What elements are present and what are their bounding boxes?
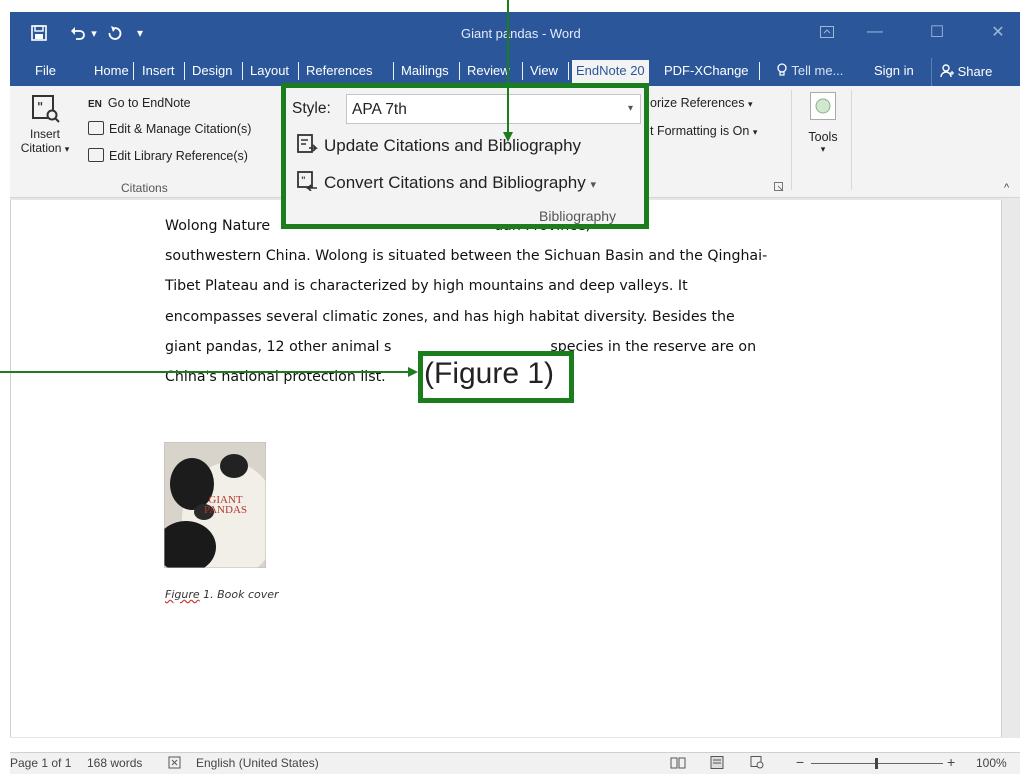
web-layout-icon[interactable] (750, 756, 764, 772)
zoom-slider[interactable] (811, 758, 943, 769)
zoom-in-button[interactable]: + (947, 754, 955, 770)
callout-arrows (0, 0, 513, 377)
page-count[interactable]: Page 1 of 1 (10, 756, 71, 770)
status-bar: Page 1 of 1 168 words English (United St… (10, 752, 1020, 774)
proofing-icon[interactable] (168, 756, 182, 772)
language-status[interactable]: English (United States) (196, 756, 319, 770)
zoom-slider-thumb[interactable] (875, 758, 878, 769)
read-mode-icon[interactable] (670, 756, 686, 772)
zoom-out-button[interactable]: − (796, 754, 804, 770)
word-count[interactable]: 168 words (87, 756, 142, 770)
print-layout-icon[interactable] (710, 756, 724, 772)
zoom-level[interactable]: 100% (976, 756, 1007, 770)
